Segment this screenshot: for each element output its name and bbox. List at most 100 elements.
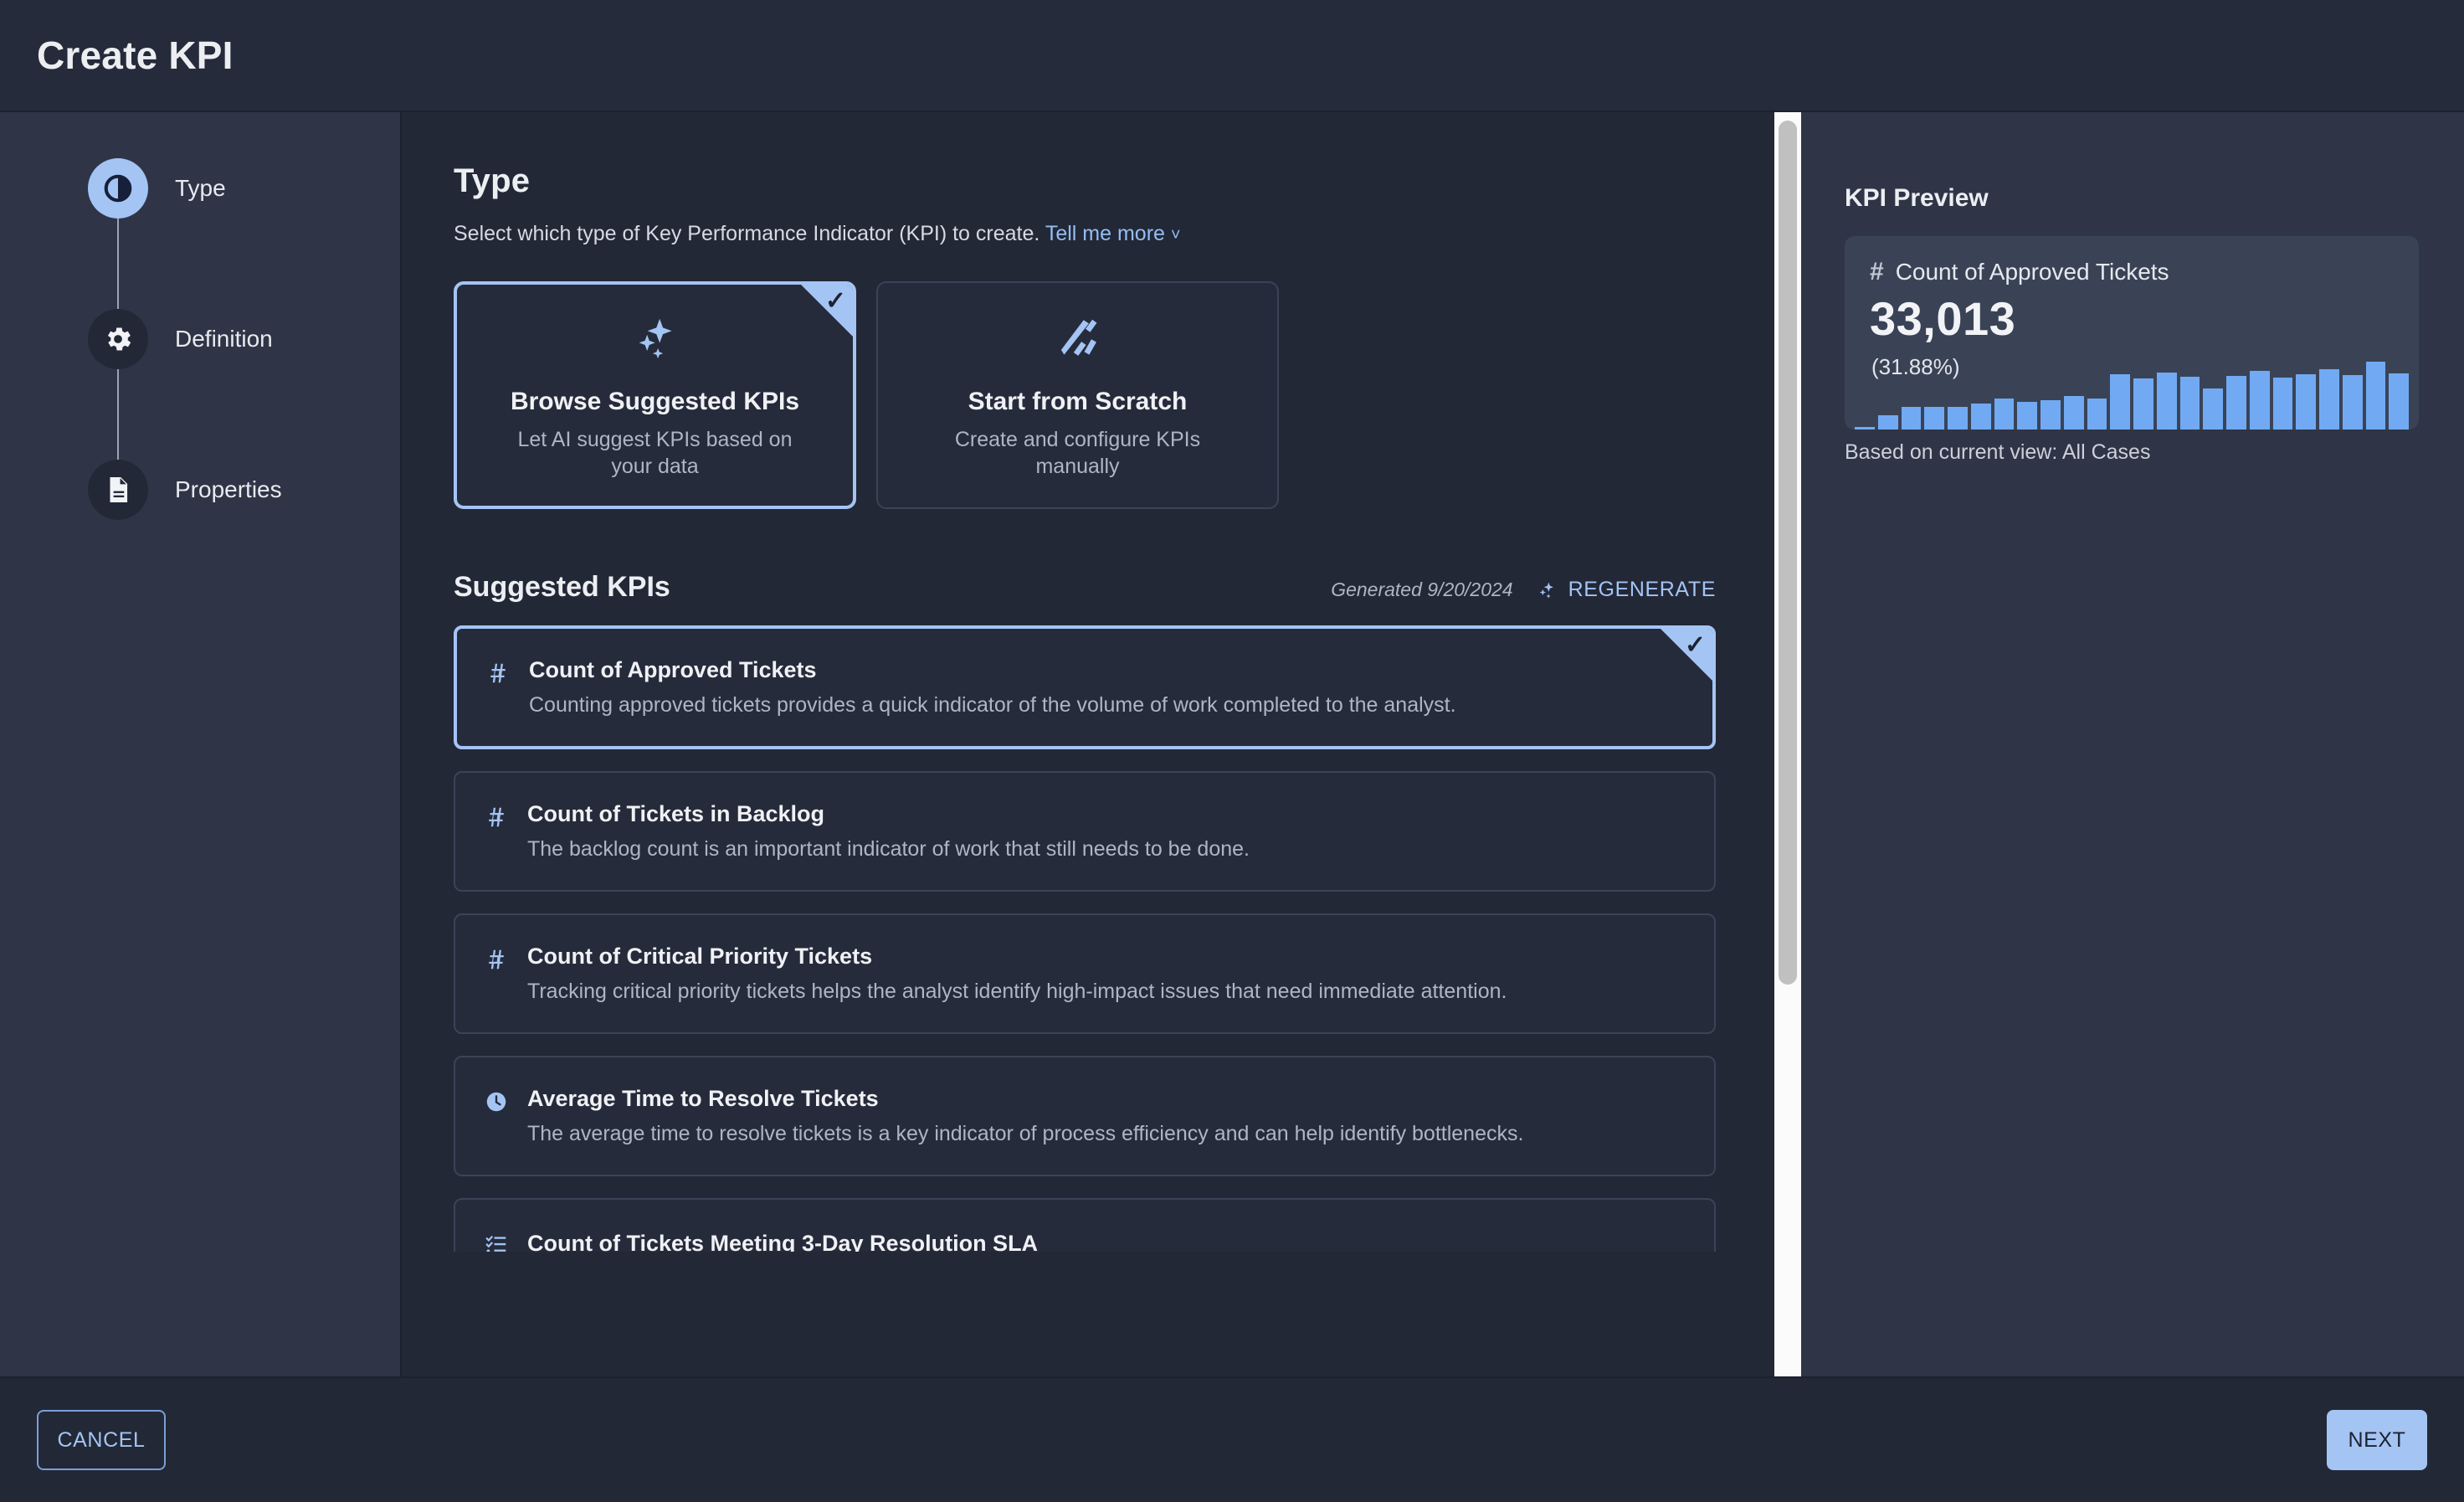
bar <box>2156 373 2177 430</box>
type-card-start-from-scratch[interactable]: Start from Scratch Create and configure … <box>876 281 1279 509</box>
list-item-count-of-tickets-in-backlog[interactable]: Count of Tickets in Backlog The backlog … <box>454 771 1716 892</box>
type-card-title: Start from Scratch <box>968 388 1188 415</box>
bar <box>2365 362 2386 430</box>
list-item-title: Count of Approved Tickets <box>529 657 817 682</box>
list-item-description: The backlog count is an important indica… <box>527 837 1250 861</box>
suggested-kpi-list: ✓ Count of Approved Tickets Counting app… <box>454 625 1716 1252</box>
body-region: Type Definition Properties Type Select w… <box>0 112 2464 1376</box>
type-card-group: ✓ Browse Suggested KPIs Let AI suggest K… <box>454 281 1716 509</box>
list-item-title: Count of Critical Priority Tickets <box>527 944 873 969</box>
check-icon: ✓ <box>824 287 846 315</box>
kpi-preview-card: # Count of Approved Tickets 33,013 (31.8… <box>1845 236 2419 430</box>
list-item-count-of-approved-tickets[interactable]: ✓ Count of Approved Tickets Counting app… <box>454 625 1716 749</box>
app-header: Create KPI <box>0 0 2464 112</box>
bar <box>1994 399 2015 430</box>
list-item-count-of-tickets-meeting-3-day-resolution-sla[interactable]: Count of Tickets Meeting 3-Day Resolutio… <box>454 1198 1716 1252</box>
sparkles-icon <box>629 311 681 366</box>
preview-footnote: Based on current view: All Cases <box>1845 440 2151 464</box>
clock-icon <box>482 1088 511 1116</box>
bar <box>2110 373 2130 430</box>
bar <box>2017 402 2037 430</box>
list-item-description: Tracking critical priority tickets helps… <box>527 980 1507 1003</box>
bar <box>2226 376 2246 430</box>
type-section-description-text: Select which type of Key Performance Ind… <box>454 222 1040 245</box>
sidebar-item-label: Type <box>175 175 226 201</box>
bar <box>2203 388 2223 430</box>
regenerate-label: REGENERATE <box>1568 578 1716 601</box>
step-indicator-definition <box>88 309 148 369</box>
checklist-icon <box>482 1230 511 1252</box>
kpi-preview-panel: KPI Preview # Count of Approved Tickets … <box>1801 112 2464 1376</box>
regenerate-button[interactable]: REGENERATE <box>1535 578 1716 602</box>
stepper-connector <box>117 369 119 460</box>
generated-date-label: Generated 9/20/2024 <box>1331 579 1513 600</box>
scrollbar-thumb[interactable] <box>1779 121 1797 985</box>
bar <box>2296 373 2316 430</box>
bar <box>1855 426 1875 430</box>
step-indicator-properties <box>88 460 148 520</box>
bar <box>2179 377 2200 430</box>
check-icon: ✓ <box>1684 631 1706 659</box>
bar <box>2342 374 2363 430</box>
list-item-count-of-critical-priority-tickets[interactable]: Count of Critical Priority Tickets Track… <box>454 913 1716 1034</box>
bar <box>1924 407 1944 430</box>
preview-kpi-value: 33,013 <box>1870 292 2016 345</box>
hash-icon <box>482 945 511 974</box>
type-card-browse-suggested-kpis[interactable]: ✓ Browse Suggested KPIs Let AI suggest K… <box>454 281 856 509</box>
bar <box>2272 378 2293 430</box>
sidebar-item-type[interactable]: Type <box>88 158 226 219</box>
stepper-connector <box>117 219 119 309</box>
type-card-description: Create and configure KPIs manually <box>954 428 1201 478</box>
selected-badge: ✓ <box>801 285 853 337</box>
next-button[interactable]: NEXT <box>2327 1410 2427 1470</box>
tell-me-more-link[interactable]: Tell me more ˅ <box>1045 222 1181 245</box>
bar <box>2063 395 2084 430</box>
sidebar-item-label: Definition <box>175 326 273 352</box>
tell-me-more-label: Tell me more <box>1045 222 1165 245</box>
gear-icon <box>107 327 131 351</box>
list-item-title: Count of Tickets Meeting 3-Day Resolutio… <box>527 1230 1039 1253</box>
bar <box>1948 407 1968 430</box>
bar <box>2249 371 2270 430</box>
suggested-kpis-actions: Generated 9/20/2024 REGENERATE <box>1331 578 1716 602</box>
hash-icon <box>482 803 511 831</box>
list-item-title: Count of Tickets in Backlog <box>527 801 825 826</box>
sidebar-item-definition[interactable]: Definition <box>88 309 273 369</box>
dialog-footer: CANCEL NEXT <box>0 1376 2464 1502</box>
wand-pencil-icon <box>1052 311 1104 366</box>
main-content: Type Select which type of Key Performanc… <box>403 112 1774 1376</box>
bar <box>2133 378 2153 430</box>
suggested-kpis-header: Suggested KPIs Generated 9/20/2024 REGEN… <box>454 571 1716 604</box>
bar <box>2389 373 2409 430</box>
selected-badge: ✓ <box>1661 629 1712 681</box>
hash-icon: # <box>1870 258 1884 285</box>
sparkles-icon <box>1539 582 1553 599</box>
cancel-button[interactable]: CANCEL <box>37 1410 166 1470</box>
wizard-stepper: Type Definition Properties <box>0 112 402 1376</box>
preview-kpi-name: Count of Approved Tickets <box>1895 259 2169 285</box>
list-item-average-time-to-resolve-tickets[interactable]: Average Time to Resolve Tickets The aver… <box>454 1056 1716 1176</box>
sidebar-item-label: Properties <box>175 476 282 502</box>
preview-kpi-header: # Count of Approved Tickets <box>1870 258 2419 286</box>
main-scrollbar[interactable] <box>1774 112 1801 1376</box>
type-section-description: Select which type of Key Performance Ind… <box>454 222 1716 246</box>
sidebar-item-properties[interactable]: Properties <box>88 460 282 520</box>
list-item-description: The average time to resolve tickets is a… <box>527 1122 1524 1145</box>
type-card-title: Browse Suggested KPIs <box>510 388 800 415</box>
bar <box>1901 407 1922 430</box>
preview-panel-title: KPI Preview <box>1845 184 1989 212</box>
bar <box>2041 399 2061 430</box>
preview-bar-chart <box>1855 357 2409 430</box>
list-item-description: Counting approved tickets provides a qui… <box>529 693 1456 717</box>
bar <box>2087 399 2107 430</box>
bar <box>1970 404 1991 430</box>
type-card-description: Let AI suggest KPIs based on your data <box>517 428 793 478</box>
contrast-icon <box>104 174 132 203</box>
list-item-title: Average Time to Resolve Tickets <box>527 1086 879 1111</box>
step-indicator-type <box>88 158 148 219</box>
bar <box>1877 414 1898 430</box>
bar <box>2319 368 2339 430</box>
suggested-kpis-title: Suggested KPIs <box>454 571 670 603</box>
chevron-down-icon: ˅ <box>1170 226 1181 244</box>
page-title: Create KPI <box>37 33 234 77</box>
